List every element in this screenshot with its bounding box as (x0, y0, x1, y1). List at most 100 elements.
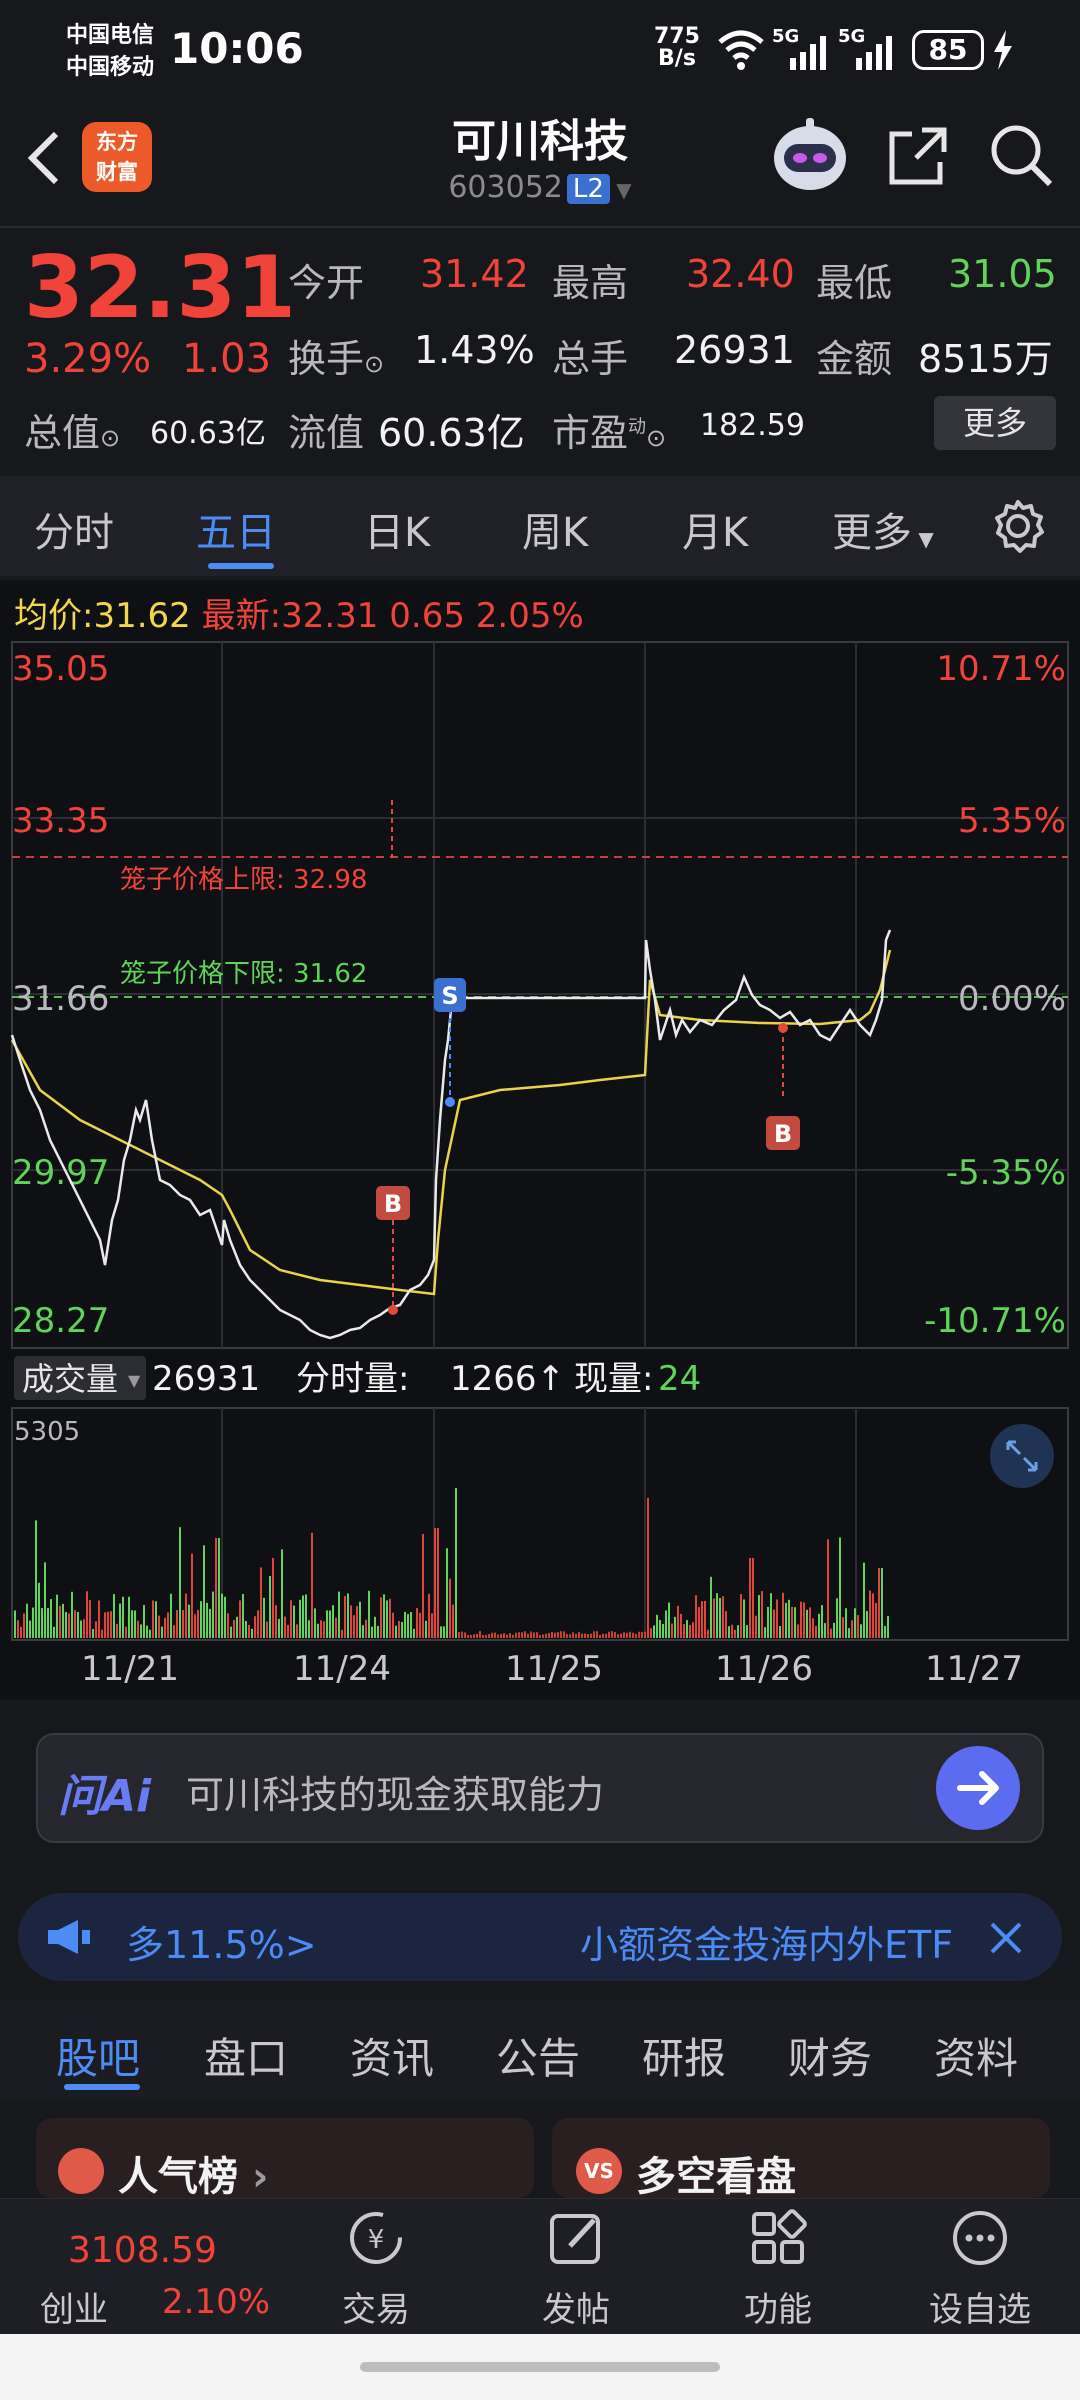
volume-bar (725, 1611, 727, 1638)
volume-bar (683, 1624, 685, 1638)
volume-bar (797, 1624, 799, 1638)
volume-bar (647, 1498, 649, 1638)
volume-bar (809, 1607, 811, 1638)
price-chart[interactable]: 笼子价格上限: 32.98 笼子价格下限: 31.62 35.05 33.35 … (0, 640, 1080, 1700)
tab-profile[interactable]: 资料 (934, 2025, 1018, 2086)
more-button[interactable]: 更多 (934, 396, 1056, 450)
volume-bar (722, 1596, 724, 1638)
sell-marker-text: S (441, 982, 458, 1010)
volume-bar (152, 1600, 154, 1638)
volume-bar (263, 1597, 265, 1638)
tab-daily-k[interactable]: 日K (364, 500, 430, 558)
signal-5g-icon-2: 5G (838, 26, 892, 70)
volume-bar (497, 1634, 499, 1638)
dropdown-arrow-icon: ▼ (912, 527, 934, 551)
volume-bar (86, 1591, 88, 1638)
volume-bar (662, 1624, 664, 1638)
tab-more-periods[interactable]: 更多 ▼ (832, 500, 934, 558)
edit-post-icon[interactable] (546, 2208, 606, 2268)
volume-bar (527, 1633, 529, 1638)
share-icon[interactable] (886, 124, 950, 188)
svg-text:¥: ¥ (368, 2225, 385, 2255)
float-value: 60.63亿 (378, 411, 525, 455)
home-indicator[interactable] (360, 2362, 720, 2372)
volume-bar (608, 1631, 610, 1638)
volume-bar (107, 1611, 109, 1638)
volume-bar (425, 1620, 427, 1638)
volume-bar (455, 1488, 457, 1638)
info-icon: ⊙ (364, 350, 385, 378)
tab-announcements[interactable]: 公告 (496, 2025, 580, 2086)
index-percent[interactable]: 2.10% (162, 2282, 270, 2322)
volume-bar (146, 1625, 148, 1638)
volume-bar (71, 1591, 73, 1638)
index-value[interactable]: 3108.59 (68, 2230, 217, 2271)
volume-bar (125, 1626, 127, 1638)
date-label: 11/26 (715, 1649, 813, 1689)
volume-bar (377, 1625, 379, 1638)
volume-bar (257, 1610, 259, 1638)
volume-bar (227, 1613, 229, 1638)
volume-bar (791, 1606, 793, 1638)
volume-bar (698, 1606, 700, 1638)
amount-label: 金额 (816, 337, 893, 381)
volume-bar (473, 1634, 475, 1638)
nav-post[interactable]: 发帖 (496, 2282, 656, 2331)
nav-add-watchlist[interactable]: 设自选 (900, 2282, 1060, 2331)
volume-bar (239, 1600, 241, 1638)
index-name[interactable]: 创业 (40, 2282, 108, 2331)
ai-submit-button[interactable] (936, 1746, 1020, 1830)
volume-bar (626, 1632, 628, 1638)
y-left-label: 35.05 (12, 649, 109, 689)
y-left-label: 31.66 (12, 979, 109, 1019)
volume-bar (140, 1624, 142, 1638)
close-icon[interactable] (986, 1918, 1026, 1958)
volume-bar (821, 1605, 823, 1638)
high-value: 32.40 (686, 252, 795, 296)
volume-bar (341, 1629, 343, 1638)
change-percent: 3.29% (24, 336, 152, 382)
tab-guba[interactable]: 股吧 (56, 2025, 140, 2086)
robot-assistant-icon[interactable] (770, 118, 850, 194)
volume-bar (548, 1632, 550, 1638)
volume-bar (638, 1631, 640, 1638)
volume-bar (731, 1624, 733, 1638)
search-icon[interactable] (988, 122, 1054, 188)
volume-bar (419, 1612, 421, 1638)
tab-monthly-k[interactable]: 月K (682, 500, 748, 558)
volume-bar (611, 1631, 613, 1638)
volume-bar (530, 1631, 532, 1638)
volume-bar (623, 1632, 625, 1638)
volume-bar (203, 1545, 205, 1638)
volume-bar (326, 1610, 328, 1638)
tab-weekly-k[interactable]: 周K (522, 500, 588, 558)
tab-five-day[interactable]: 五日 (196, 500, 276, 558)
volume-bars (14, 1488, 889, 1638)
tab-news[interactable]: 资讯 (350, 2025, 434, 2086)
long-short-card[interactable] (552, 2118, 1050, 2198)
trade-icon[interactable]: ¥ (346, 2208, 406, 2268)
tab-research[interactable]: 研报 (642, 2025, 726, 2086)
current-volume-label: 现量: (574, 1359, 653, 1399)
volume-bar (512, 1634, 514, 1638)
volume-bar (413, 1628, 415, 1638)
tab-finance[interactable]: 财务 (788, 2025, 872, 2086)
turnover-label: 换手⊙ (288, 337, 385, 381)
volume-bar (467, 1634, 469, 1638)
volume-bar (707, 1629, 709, 1638)
tab-pankou[interactable]: 盘口 (204, 2025, 288, 2086)
apps-grid-icon[interactable] (748, 2208, 808, 2268)
volume-bar (632, 1632, 634, 1638)
change-value: 1.03 (182, 336, 272, 382)
volume-bar (800, 1601, 802, 1638)
nav-trade[interactable]: 交易 (296, 2282, 456, 2331)
nav-functions[interactable]: 功能 (698, 2282, 858, 2331)
volume-bar (515, 1632, 517, 1638)
volume-bar (680, 1613, 682, 1638)
volume-bar (710, 1576, 712, 1638)
tab-intraday[interactable]: 分时 (34, 500, 114, 558)
more-dots-icon[interactable] (950, 2208, 1010, 2268)
popularity-card[interactable] (36, 2118, 534, 2198)
volume-bar (437, 1528, 439, 1638)
settings-gear-icon[interactable] (990, 498, 1046, 554)
